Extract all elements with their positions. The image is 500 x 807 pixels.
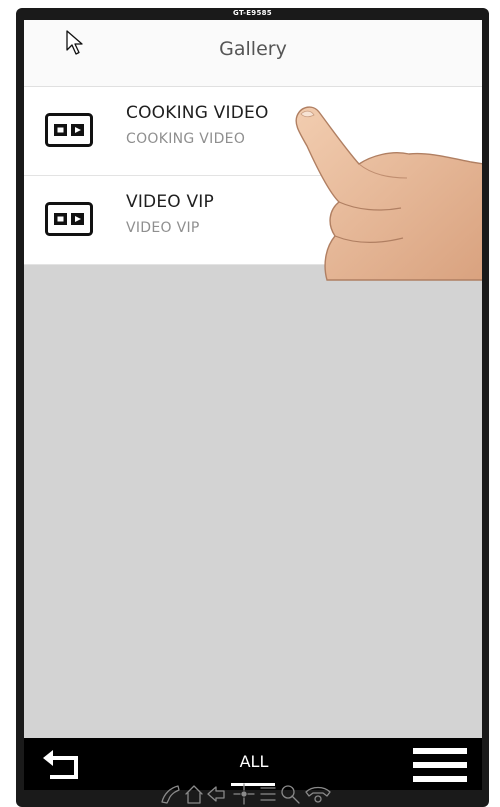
video-file-icon bbox=[45, 202, 93, 236]
device-model-label: GT-E9585 bbox=[233, 9, 272, 17]
search-icon[interactable] bbox=[280, 784, 300, 804]
video-file-icon bbox=[45, 113, 93, 147]
video-title: COOKING VIDEO bbox=[126, 103, 269, 123]
page-title: Gallery bbox=[219, 38, 287, 60]
hardware-buttons bbox=[16, 780, 489, 807]
tab-all[interactable]: ALL bbox=[219, 752, 289, 771]
menu-lines-icon[interactable] bbox=[259, 786, 276, 801]
pointing-hand-icon bbox=[295, 106, 482, 281]
back-arrow-button[interactable] bbox=[40, 747, 84, 781]
back-arrow-icon[interactable] bbox=[206, 785, 225, 802]
hangup-icon[interactable] bbox=[304, 786, 331, 803]
dpad-icon[interactable] bbox=[232, 782, 255, 805]
home-icon[interactable] bbox=[184, 784, 203, 804]
device-frame: GT-E9585 Gallery COOKING VIDEO COOKING V… bbox=[16, 8, 489, 807]
screen: Gallery COOKING VIDEO COOKING VIDEO VIDE… bbox=[24, 20, 482, 790]
hamburger-menu-button[interactable] bbox=[413, 747, 467, 783]
video-subtitle: VIDEO VIP bbox=[126, 220, 200, 236]
video-subtitle: COOKING VIDEO bbox=[126, 131, 246, 147]
app-header: Gallery bbox=[24, 20, 482, 87]
video-title: VIDEO VIP bbox=[126, 192, 214, 212]
phone-icon[interactable] bbox=[160, 784, 180, 804]
